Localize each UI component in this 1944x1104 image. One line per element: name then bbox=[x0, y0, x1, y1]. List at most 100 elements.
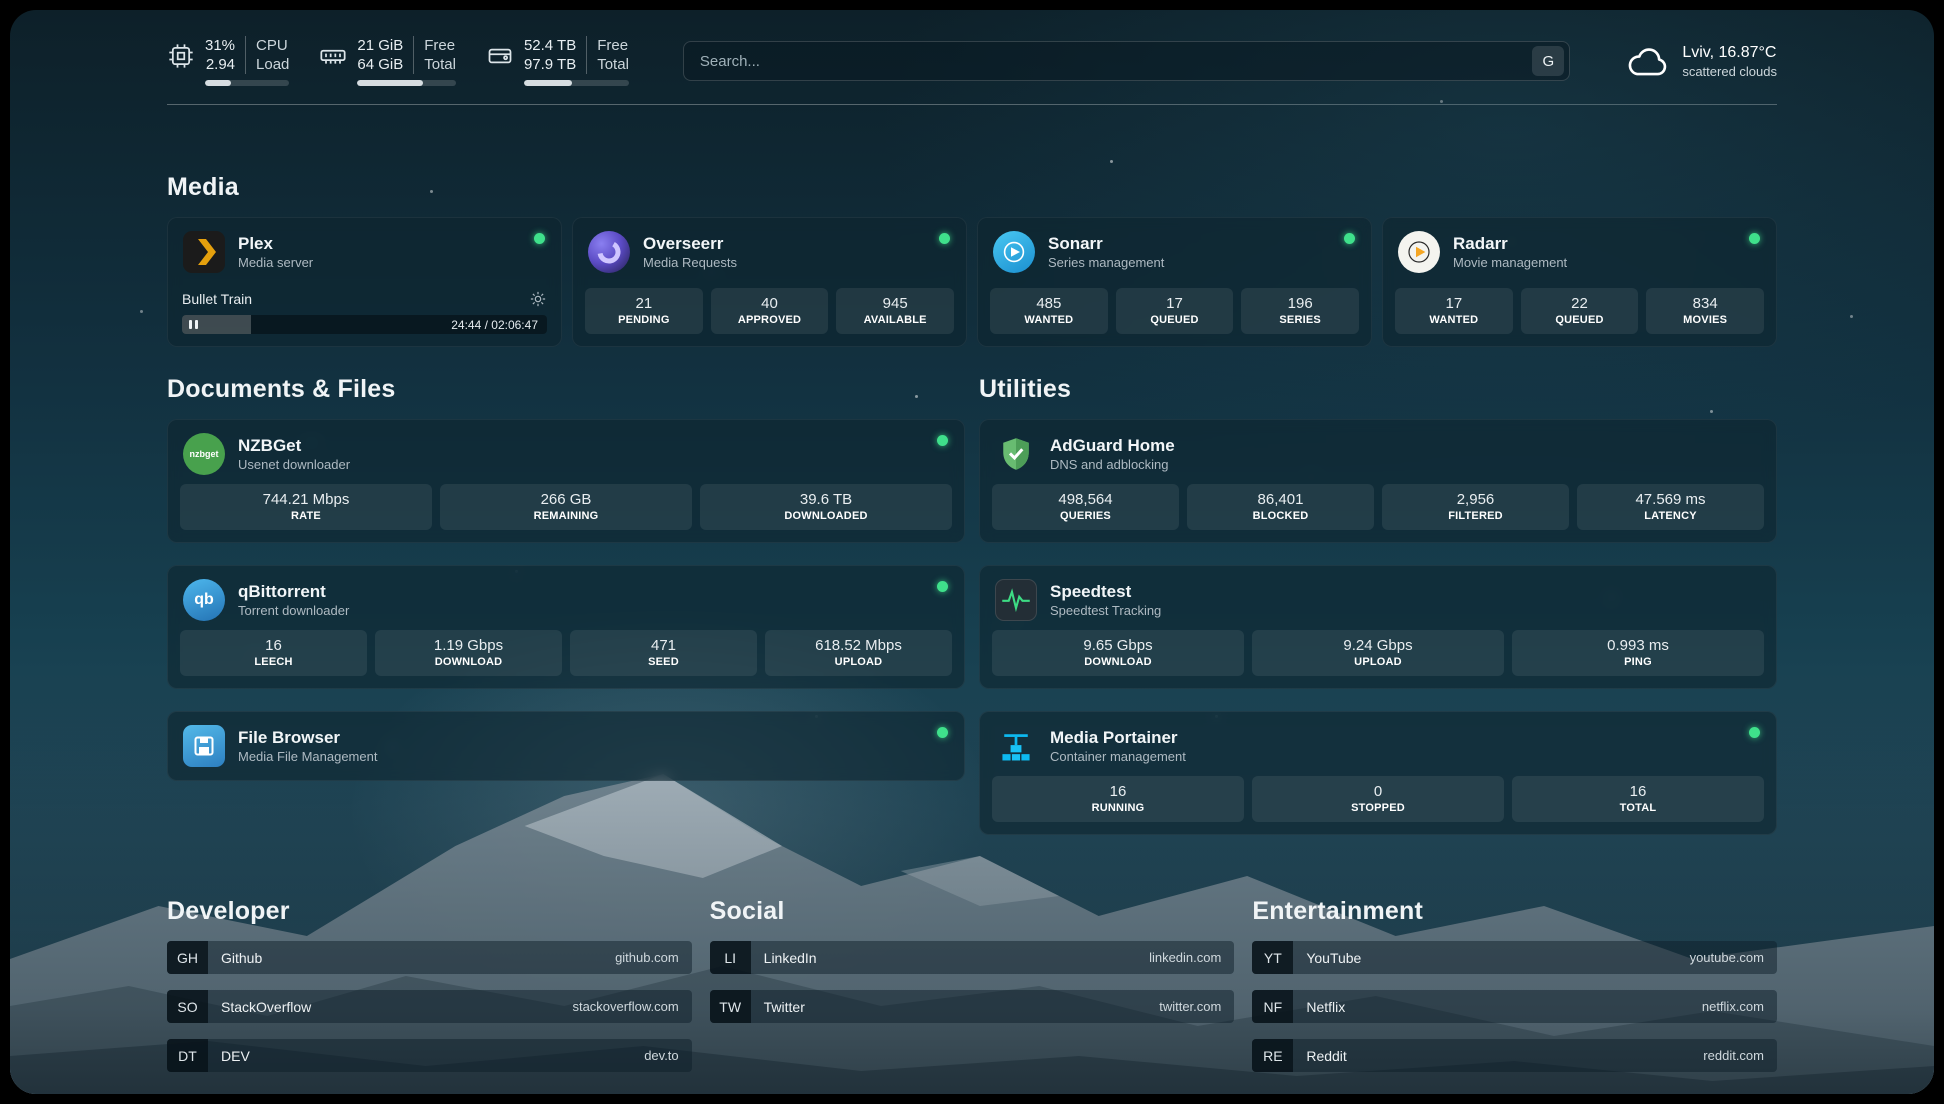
bookmark-youtube[interactable]: YT YouTube youtube.com bbox=[1252, 941, 1777, 974]
portainer-stats: 16 RUNNING 0 STOPPED 16 TOTAL bbox=[980, 776, 1776, 834]
card-subtitle: Series management bbox=[1048, 254, 1164, 271]
stat-value: 471 bbox=[574, 636, 753, 655]
plex-icon bbox=[183, 231, 225, 273]
header-divider bbox=[167, 104, 1777, 105]
stat-label: UPLOAD bbox=[1256, 655, 1500, 669]
search-input[interactable] bbox=[698, 52, 1532, 71]
stat-box: 16 TOTAL bbox=[1512, 776, 1764, 822]
status-dot bbox=[1344, 233, 1355, 244]
stat-value: 16 bbox=[996, 782, 1240, 801]
bookmark-abbr: SO bbox=[167, 990, 208, 1023]
disk-usage-bar bbox=[524, 80, 629, 86]
dashboard-frame: 31% 2.94 CPU Load bbox=[10, 10, 1934, 1094]
stat-value: 9.24 Gbps bbox=[1256, 636, 1500, 655]
stat-label: QUERIES bbox=[996, 509, 1175, 523]
ram-free-value: 21 GiB bbox=[357, 36, 403, 55]
playback-progress-bar[interactable]: 24:44 / 02:06:47 bbox=[182, 315, 547, 334]
card-title: File Browser bbox=[238, 727, 377, 748]
stat-label: UPLOAD bbox=[769, 655, 948, 669]
speedtest-icon bbox=[995, 579, 1037, 621]
stat-box: 1.19 Gbps DOWNLOAD bbox=[375, 630, 562, 676]
plex-heading: Plex Media server bbox=[238, 233, 313, 271]
stat-value: 17 bbox=[1399, 294, 1509, 313]
weather-widget: Lviv, 16.87°C scattered clouds bbox=[1624, 43, 1777, 80]
bookmark-url: linkedin.com bbox=[1149, 950, 1234, 965]
section-documents: Documents & Files nzbget NZBGet Usenet d… bbox=[167, 375, 965, 781]
card-filebrowser[interactable]: File Browser Media File Management bbox=[167, 711, 965, 781]
card-title: Speedtest bbox=[1050, 581, 1161, 602]
stat-box: 945 AVAILABLE bbox=[836, 288, 954, 334]
ram-free-label: Free bbox=[424, 36, 456, 55]
card-sonarr[interactable]: Sonarr Series management 485 WANTED 17 Q… bbox=[977, 217, 1372, 347]
disk-icon bbox=[486, 42, 514, 70]
stat-value: 21 bbox=[589, 294, 699, 313]
stat-label: WANTED bbox=[1399, 313, 1509, 327]
bookmark-twitter[interactable]: TW Twitter twitter.com bbox=[710, 990, 1235, 1023]
stat-box: 834 MOVIES bbox=[1646, 288, 1764, 334]
bookmark-github[interactable]: GH Github github.com bbox=[167, 941, 692, 974]
card-speedtest[interactable]: Speedtest Speedtest Tracking 9.65 Gbps D… bbox=[979, 565, 1777, 689]
stat-value: 266 GB bbox=[444, 490, 688, 509]
bookmark-abbr: GH bbox=[167, 941, 208, 974]
ram-total-value: 64 GiB bbox=[357, 55, 403, 74]
sonarr-heading: Sonarr Series management bbox=[1048, 233, 1164, 271]
pause-icon[interactable] bbox=[189, 320, 198, 329]
stat-box: 9.65 Gbps DOWNLOAD bbox=[992, 630, 1244, 676]
search-engine-badge[interactable]: G bbox=[1532, 46, 1564, 76]
card-adguard[interactable]: AdGuard Home DNS and adblocking 498,564 … bbox=[979, 419, 1777, 543]
bookmark-dev[interactable]: DT DEV dev.to bbox=[167, 1039, 692, 1072]
gear-icon[interactable] bbox=[529, 290, 547, 308]
card-qbittorrent[interactable]: qb qBittorrent Torrent downloader 16 bbox=[167, 565, 965, 689]
qbittorrent-heading: qBittorrent Torrent downloader bbox=[238, 581, 349, 619]
bookmark-url: dev.to bbox=[644, 1048, 691, 1063]
filebrowser-heading: File Browser Media File Management bbox=[238, 727, 377, 765]
stat-label: DOWNLOAD bbox=[379, 655, 558, 669]
card-subtitle: Usenet downloader bbox=[238, 456, 350, 473]
card-title: qBittorrent bbox=[238, 581, 349, 602]
stat-label: QUEUED bbox=[1525, 313, 1635, 327]
disk-free-label: Free bbox=[597, 36, 629, 55]
stat-label: MOVIES bbox=[1650, 313, 1760, 327]
card-subtitle: Media Requests bbox=[643, 254, 737, 271]
stat-label: DOWNLOAD bbox=[996, 655, 1240, 669]
cpu-percent: 31% bbox=[205, 36, 235, 55]
bookmark-stackoverflow[interactable]: SO StackOverflow stackoverflow.com bbox=[167, 990, 692, 1023]
bookmark-netflix[interactable]: NF Netflix netflix.com bbox=[1252, 990, 1777, 1023]
stat-value: 498,564 bbox=[996, 490, 1175, 509]
bookmark-url: netflix.com bbox=[1702, 999, 1777, 1014]
section-title-media: Media bbox=[167, 173, 1777, 202]
search-bar[interactable]: G bbox=[683, 41, 1570, 81]
stat-label: REMAINING bbox=[444, 509, 688, 523]
stat-box: 39.6 TB DOWNLOADED bbox=[700, 484, 952, 530]
stat-value: 196 bbox=[1245, 294, 1355, 313]
bookmark-linkedin[interactable]: LI LinkedIn linkedin.com bbox=[710, 941, 1235, 974]
card-nzbget[interactable]: nzbget NZBGet Usenet downloader 744.21 M… bbox=[167, 419, 965, 543]
bookmark-abbr: NF bbox=[1252, 990, 1293, 1023]
stat-label: WANTED bbox=[994, 313, 1104, 327]
card-overseerr[interactable]: Overseerr Media Requests 21 PENDING 40 A… bbox=[572, 217, 967, 347]
dashboard-content: Media Plex Media server bbox=[10, 173, 1934, 1072]
card-plex[interactable]: Plex Media server Bullet Train bbox=[167, 217, 562, 347]
top-bar: 31% 2.94 CPU Load bbox=[10, 10, 1934, 86]
system-stats: 31% 2.94 CPU Load bbox=[167, 36, 629, 86]
card-radarr[interactable]: Radarr Movie management 17 WANTED 22 QUE… bbox=[1382, 217, 1777, 347]
stat-label: SEED bbox=[574, 655, 753, 669]
card-portainer[interactable]: Media Portainer Container management 16 … bbox=[979, 711, 1777, 835]
radarr-heading: Radarr Movie management bbox=[1453, 233, 1567, 271]
stat-label: AVAILABLE bbox=[840, 313, 950, 327]
cpu-widget: 31% 2.94 CPU Load bbox=[167, 36, 289, 86]
stat-value: 945 bbox=[840, 294, 950, 313]
bookmark-url: reddit.com bbox=[1703, 1048, 1777, 1063]
developer-links: GH Github github.com SO StackOverflow st… bbox=[167, 941, 692, 1072]
disk-total-label: Total bbox=[597, 55, 629, 74]
stat-label: RUNNING bbox=[996, 801, 1240, 815]
status-dot bbox=[937, 435, 948, 446]
bookmark-reddit[interactable]: RE Reddit reddit.com bbox=[1252, 1039, 1777, 1072]
cpu-load-label: Load bbox=[256, 55, 289, 74]
status-dot bbox=[1749, 727, 1760, 738]
overseerr-heading: Overseerr Media Requests bbox=[643, 233, 737, 271]
ram-total-label: Total bbox=[424, 55, 456, 74]
stat-value: 618.52 Mbps bbox=[769, 636, 948, 655]
stat-value: 0.993 ms bbox=[1516, 636, 1760, 655]
now-playing-title: Bullet Train bbox=[182, 291, 252, 307]
